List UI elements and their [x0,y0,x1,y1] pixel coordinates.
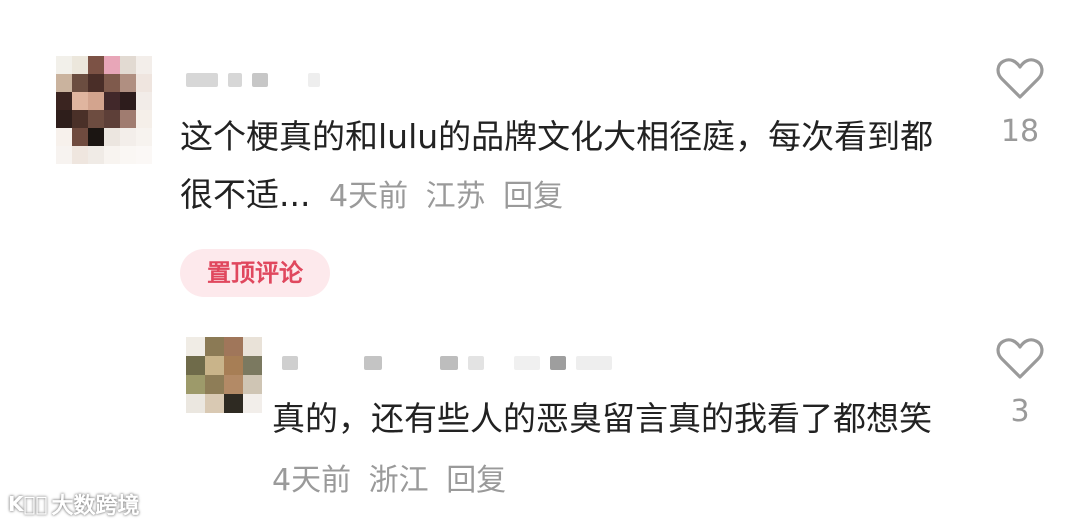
reply-button[interactable]: 回复 [503,179,563,214]
avatar-pixel [88,56,104,74]
avatar-pixel [205,375,224,394]
avatar-pixel [72,146,88,164]
like-count: 18 [1000,114,1040,149]
avatar-pixel [205,394,224,413]
comment-text: 这个梗真的和lulu的品牌文化大相径庭，每次看到都很不适... 4天前 江苏 回… [180,108,950,226]
heart-outline-icon [996,58,1044,99]
avatar-pixel [120,56,136,74]
avatar-pixel [186,375,205,394]
avatar-pixel [72,128,88,146]
avatar-pixel [120,110,136,128]
avatar-pixel [224,375,243,394]
avatar-pixel [104,56,120,74]
avatar-pixel [104,74,120,92]
comment-item: 这个梗真的和lulu的品牌文化大相径庭，每次看到都很不适... 4天前 江苏 回… [0,0,1080,320]
avatar-pixel [56,110,72,128]
avatar-pixel [56,128,72,146]
avatar-pixel [186,356,205,375]
avatar-pixel [88,128,104,146]
comment-meta: 4天前 浙江 回复 [272,463,514,498]
comment-meta: 4天前 江苏 回复 [329,179,571,214]
username-blurred[interactable] [282,356,612,370]
avatar-pixel [56,92,72,110]
avatar-pixel [243,394,262,413]
pinned-comment-badge: 置顶评论 [180,249,330,297]
avatar-pixel [56,56,72,74]
heart-outline-icon [996,338,1044,379]
avatar-pixel [56,74,72,92]
avatar-pixel [72,92,88,110]
avatar-pixel [136,92,152,110]
comment-text: 真的，还有些人的恶臭留言真的我看了都想笑 4天前 浙江 回复 [272,390,932,510]
avatar-pixel [205,337,224,356]
avatar-pixel [120,74,136,92]
avatar[interactable] [56,56,152,164]
avatar-pixel [120,146,136,164]
avatar-pixel [136,74,152,92]
comment-body: 真的，还有些人的恶臭留言真的我看了都想笑 [272,399,932,438]
avatar-pixel [224,356,243,375]
comment-location: 江苏 [425,179,486,214]
avatar[interactable] [186,337,262,413]
comment-location: 浙江 [368,463,429,498]
watermark-logo: K⃝⃝ [8,492,47,516]
avatar-pixel [88,92,104,110]
avatar-pixel [136,146,152,164]
comment-time: 4天前 [328,179,409,214]
avatar-pixel [88,74,104,92]
avatar-pixel [243,356,262,375]
avatar-pixel [224,394,243,413]
avatar-pixel [243,375,262,394]
watermark-text: 大数跨境 [51,494,140,519]
avatar-pixel [120,92,136,110]
like-count: 3 [1010,394,1030,429]
avatar-pixel [136,56,152,74]
avatar-pixel [104,92,120,110]
avatar-pixel [186,394,205,413]
reply-comment-item: 真的，还有些人的恶臭留言真的我看了都想笑 4天前 浙江 回复 3 [0,320,1080,523]
avatar-pixel [186,337,205,356]
reply-button[interactable]: 回复 [446,463,506,498]
avatar-pixel [136,110,152,128]
avatar-pixel [120,128,136,146]
avatar-pixel [104,146,120,164]
watermark: K⃝⃝ 大数跨境 [8,488,140,520]
avatar-pixel [72,110,88,128]
avatar-pixel [136,128,152,146]
avatar-pixel [72,74,88,92]
avatar-pixel [205,356,224,375]
avatar-pixel [224,337,243,356]
avatar-pixel [88,110,104,128]
like-button[interactable]: 18 [990,56,1050,149]
avatar-pixel [56,146,72,164]
avatar-pixel [104,128,120,146]
username-blurred[interactable] [186,73,320,87]
comment-time: 4天前 [272,463,352,498]
avatar-pixel [72,56,88,74]
avatar-pixel [243,337,262,356]
avatar-pixel [88,146,104,164]
avatar-pixel [104,110,120,128]
like-button[interactable]: 3 [990,336,1050,429]
